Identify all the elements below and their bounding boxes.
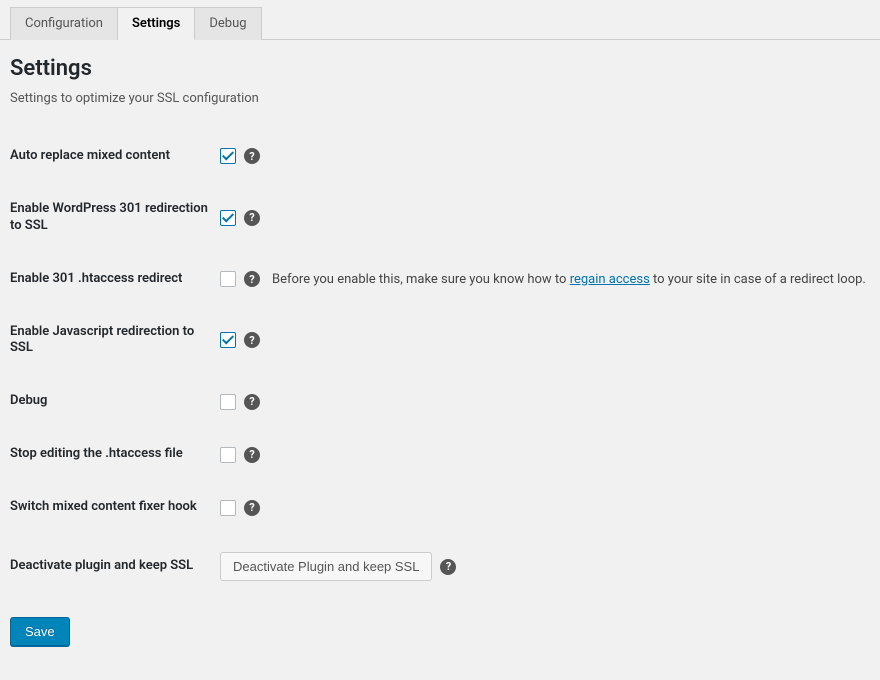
row-enable-js-redirect: Enable Javascript redirection to SSL ? [10, 306, 870, 376]
save-button[interactable]: Save [10, 617, 70, 646]
save-row: Save [10, 617, 870, 646]
checkbox-stop-htaccess[interactable] [220, 447, 236, 463]
label-debug: Debug [10, 375, 220, 428]
checkbox-enable-htaccess-301[interactable] [220, 271, 236, 287]
label-switch-hook: Switch mixed content fixer hook [10, 481, 220, 534]
regain-access-link[interactable]: regain access [570, 272, 650, 287]
label-deactivate: Deactivate plugin and keep SSL [10, 534, 220, 599]
checkbox-debug[interactable] [220, 394, 236, 410]
row-deactivate: Deactivate plugin and keep SSL Deactivat… [10, 534, 870, 599]
content-area: Settings Settings to optimize your SSL c… [0, 40, 880, 656]
checkbox-auto-replace-mixed[interactable] [220, 148, 236, 164]
label-enable-wp-301: Enable WordPress 301 redirection to SSL [10, 183, 220, 253]
settings-table: Auto replace mixed content ? Enable Word… [10, 130, 870, 599]
help-icon[interactable]: ? [244, 500, 260, 516]
row-enable-wp-301: Enable WordPress 301 redirection to SSL … [10, 183, 870, 253]
label-auto-replace-mixed: Auto replace mixed content [10, 130, 220, 183]
help-icon[interactable]: ? [244, 210, 260, 226]
tab-debug[interactable]: Debug [195, 7, 261, 40]
label-enable-js-redirect: Enable Javascript redirection to SSL [10, 306, 220, 376]
row-stop-htaccess: Stop editing the .htaccess file ? [10, 428, 870, 481]
tab-settings[interactable]: Settings [118, 7, 195, 40]
help-icon[interactable]: ? [244, 394, 260, 410]
tab-configuration[interactable]: Configuration [10, 7, 118, 40]
help-icon[interactable]: ? [244, 148, 260, 164]
label-stop-htaccess: Stop editing the .htaccess file [10, 428, 220, 481]
row-debug: Debug ? [10, 375, 870, 428]
row-switch-hook: Switch mixed content fixer hook ? [10, 481, 870, 534]
tabs-bar: Configuration Settings Debug [0, 0, 880, 40]
row-auto-replace-mixed: Auto replace mixed content ? [10, 130, 870, 183]
note-htaccess-301: Before you enable this, make sure you kn… [272, 272, 866, 287]
checkbox-enable-js-redirect[interactable] [220, 332, 236, 348]
note-text-after: to your site in case of a redirect loop. [650, 272, 866, 287]
page-description: Settings to optimize your SSL configurat… [10, 91, 870, 106]
deactivate-button[interactable]: Deactivate Plugin and keep SSL [220, 552, 432, 581]
page-title: Settings [10, 56, 870, 81]
checkbox-enable-wp-301[interactable] [220, 210, 236, 226]
label-enable-htaccess-301: Enable 301 .htaccess redirect [10, 253, 220, 306]
row-enable-htaccess-301: Enable 301 .htaccess redirect ? Before y… [10, 253, 870, 306]
help-icon[interactable]: ? [244, 271, 260, 287]
note-text-before: Before you enable this, make sure you kn… [272, 272, 570, 287]
checkbox-switch-hook[interactable] [220, 500, 236, 516]
help-icon[interactable]: ? [244, 447, 260, 463]
help-icon[interactable]: ? [440, 559, 456, 575]
help-icon[interactable]: ? [244, 332, 260, 348]
